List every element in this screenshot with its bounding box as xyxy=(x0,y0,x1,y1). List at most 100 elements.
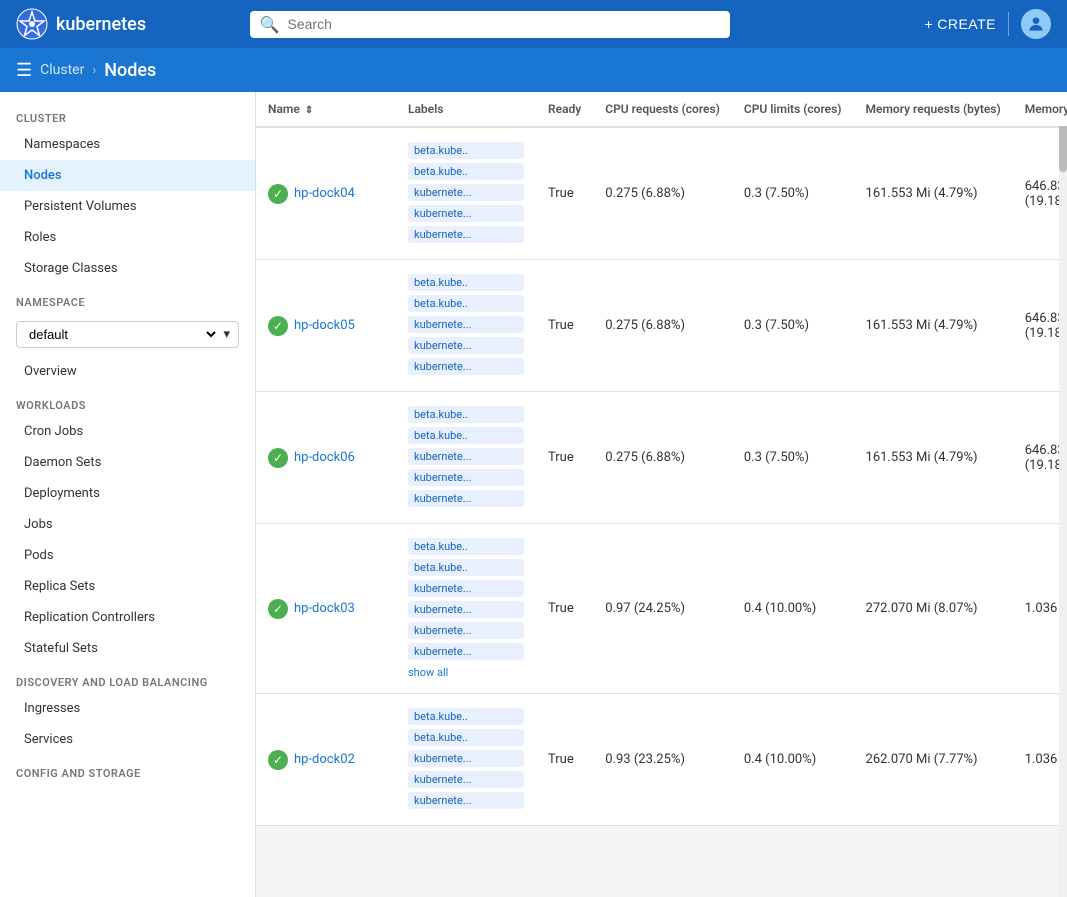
sidebar-item-jobs[interactable]: Jobs xyxy=(0,509,255,540)
app-logo[interactable]: kubernetes xyxy=(16,8,146,40)
node-name-wrapper: ✓ hp-dock06 xyxy=(268,448,384,468)
node-ready-cell: True xyxy=(536,694,593,826)
label-tag: beta.kube.. xyxy=(408,274,524,291)
sidebar-item-persistent-volumes[interactable]: Persistent Volumes xyxy=(0,191,255,222)
label-tag: kubernete... xyxy=(408,316,524,333)
scrollbar-track[interactable] xyxy=(1059,92,1067,897)
sidebar-item-pods[interactable]: Pods xyxy=(0,540,255,571)
nodes-table: Name ⇕ Labels Ready CPU requests (cores) xyxy=(256,92,1067,826)
sidebar: Cluster Namespaces Nodes Persistent Volu… xyxy=(0,92,256,897)
node-name-cell: ✓ hp-dock06 xyxy=(256,392,396,524)
breadcrumb-bar: ☰ Cluster › Nodes xyxy=(0,48,1067,92)
sidebar-label-services: Services xyxy=(24,732,73,747)
create-plus-icon: + xyxy=(925,16,934,32)
node-name-wrapper: ✓ hp-dock05 xyxy=(268,316,384,336)
sidebar-item-cron-jobs[interactable]: Cron Jobs xyxy=(0,416,255,447)
col-cpu-req: CPU requests (cores) xyxy=(593,92,732,127)
node-mem-req-cell: 161.553 Mi (4.79%) xyxy=(854,392,1013,524)
sidebar-item-daemon-sets[interactable]: Daemon Sets xyxy=(0,447,255,478)
namespace-selector[interactable]: default kube-system kube-public ▾ xyxy=(16,321,239,348)
table-body: ✓ hp-dock04 beta.kube.. beta.kube.. kubern… xyxy=(256,127,1067,826)
create-button[interactable]: + CREATE xyxy=(925,16,996,32)
name-sort-icon: ⇕ xyxy=(305,105,313,116)
sidebar-item-replication-controllers[interactable]: Replication Controllers xyxy=(0,602,255,633)
node-name-link[interactable]: hp-dock04 xyxy=(294,186,355,201)
label-tag: kubernete... xyxy=(408,226,524,243)
content-area: Name ⇕ Labels Ready CPU requests (cores) xyxy=(256,92,1067,897)
sidebar-item-storage-classes[interactable]: Storage Classes xyxy=(0,253,255,284)
discovery-section-header: Discovery and Load Balancing xyxy=(0,664,255,693)
label-tag: kubernete... xyxy=(408,358,524,375)
label-tag: kubernete... xyxy=(408,750,524,767)
breadcrumb-cluster[interactable]: Cluster xyxy=(40,62,84,78)
node-ready-cell: True xyxy=(536,524,593,694)
menu-icon[interactable]: ☰ xyxy=(16,60,32,81)
node-name-link[interactable]: hp-dock03 xyxy=(294,601,355,616)
sidebar-label-cron-jobs: Cron Jobs xyxy=(24,424,83,439)
show-all-link[interactable]: show all xyxy=(408,666,524,679)
label-tag: beta.kube.. xyxy=(408,729,524,746)
label-tag: beta.kube.. xyxy=(408,427,524,444)
sidebar-item-nodes[interactable]: Nodes xyxy=(0,160,255,191)
namespace-dropdown[interactable]: default kube-system kube-public xyxy=(25,326,219,343)
breadcrumb-current: Nodes xyxy=(104,60,156,81)
node-mem-req-cell: 161.553 Mi (4.79%) xyxy=(854,260,1013,392)
sidebar-item-replica-sets[interactable]: Replica Sets xyxy=(0,571,255,602)
sidebar-item-stateful-sets[interactable]: Stateful Sets xyxy=(0,633,255,664)
labels-list: beta.kube..beta.kube..kubernete...kubern… xyxy=(408,136,524,251)
col-mem-req: Memory requests (bytes) xyxy=(854,92,1013,127)
sidebar-label-persistent-volumes: Persistent Volumes xyxy=(24,199,137,214)
main-layout: Cluster Namespaces Nodes Persistent Volu… xyxy=(0,92,1067,897)
sidebar-label-jobs: Jobs xyxy=(24,517,53,532)
sidebar-label-pods: Pods xyxy=(24,548,54,563)
label-tag: kubernete... xyxy=(408,643,524,660)
label-tag: beta.kube.. xyxy=(408,559,524,576)
sidebar-item-ingresses[interactable]: Ingresses xyxy=(0,693,255,724)
label-tag: kubernete... xyxy=(408,448,524,465)
search-icon: 🔍 xyxy=(260,15,280,34)
node-labels-cell: beta.kube..beta.kube..kubernete...kubern… xyxy=(396,127,536,260)
sidebar-label-namespaces: Namespaces xyxy=(24,137,100,152)
label-tag: kubernete... xyxy=(408,205,524,222)
label-tag: beta.kube.. xyxy=(408,163,524,180)
user-avatar[interactable] xyxy=(1021,9,1051,39)
labels-list: beta.kube..beta.kube..kubernete...kubern… xyxy=(408,702,524,817)
nodes-table-container: Name ⇕ Labels Ready CPU requests (cores) xyxy=(256,92,1067,826)
col-name[interactable]: Name ⇕ xyxy=(256,92,396,127)
node-name-cell: ✓ hp-dock03 xyxy=(256,524,396,694)
sidebar-item-services[interactable]: Services xyxy=(0,724,255,755)
node-labels-cell: beta.kube.. beta.kube.. kubernete... kubern… xyxy=(396,392,536,524)
sidebar-item-deployments[interactable]: Deployments xyxy=(0,478,255,509)
node-labels-cell: beta.kube..beta.kube..kubernete...kubern… xyxy=(396,524,536,694)
node-cpu-req-cell: 0.275 (6.88%) xyxy=(593,127,732,260)
table-row: ✓ hp-dock06 beta.kube.. beta.kube.. kubern… xyxy=(256,392,1067,524)
status-ready-icon: ✓ xyxy=(268,316,288,336)
node-cpu-req-cell: 0.275 (6.88%) xyxy=(593,392,732,524)
sidebar-item-roles[interactable]: Roles xyxy=(0,222,255,253)
search-bar: 🔍 xyxy=(250,11,730,38)
node-name-link[interactable]: hp-dock02 xyxy=(294,752,355,767)
label-tag: kubernete... xyxy=(408,580,524,597)
node-name-link[interactable]: hp-dock05 xyxy=(294,318,355,333)
namespace-section-header: Namespace xyxy=(0,284,255,313)
sidebar-label-replica-sets: Replica Sets xyxy=(24,579,95,594)
node-name-cell: ✓ hp-dock05 xyxy=(256,260,396,392)
chevron-down-icon: ▾ xyxy=(223,327,230,342)
node-name-cell: ✓ hp-dock04 xyxy=(256,127,396,260)
label-tag: kubernete... xyxy=(408,337,524,354)
create-label: CREATE xyxy=(937,16,996,32)
label-tag: kubernete... xyxy=(408,490,524,507)
node-cpu-req-cell: 0.93 (23.25%) xyxy=(593,694,732,826)
node-ready-cell: True xyxy=(536,260,593,392)
label-tag: beta.kube.. xyxy=(408,295,524,312)
sidebar-label-deployments: Deployments xyxy=(24,486,100,501)
sidebar-item-namespaces[interactable]: Namespaces xyxy=(0,129,255,160)
label-tag: kubernete... xyxy=(408,792,524,809)
node-cpu-lim-cell: 0.4 (10.00%) xyxy=(732,524,854,694)
sidebar-item-overview[interactable]: Overview xyxy=(0,356,255,387)
kubernetes-logo-icon xyxy=(16,8,48,40)
node-name-link[interactable]: hp-dock06 xyxy=(294,450,355,465)
sidebar-label-ingresses: Ingresses xyxy=(24,701,80,716)
label-tag: beta.kube.. xyxy=(408,406,524,423)
search-input[interactable] xyxy=(288,16,720,32)
